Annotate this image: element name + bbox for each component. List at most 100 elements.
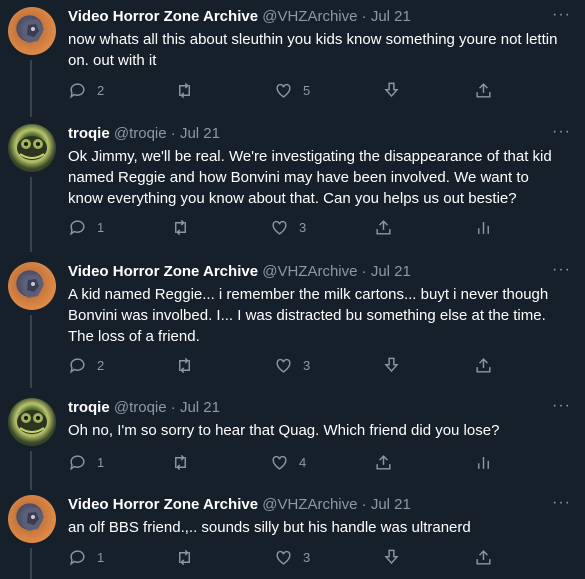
reply-button[interactable]: 1 bbox=[68, 547, 104, 567]
more-icon[interactable]: ··· bbox=[552, 7, 571, 23]
vhz-avatar[interactable] bbox=[8, 7, 56, 55]
author-handle[interactable]: @troqie bbox=[114, 399, 167, 416]
like-button[interactable]: 3 bbox=[274, 355, 310, 375]
download-button[interactable] bbox=[382, 547, 401, 567]
share-icon bbox=[376, 454, 391, 470]
more-icon[interactable]: ··· bbox=[552, 124, 571, 140]
author-name[interactable]: troqie bbox=[68, 399, 110, 416]
share-icon bbox=[376, 219, 391, 235]
thread-line bbox=[30, 177, 32, 252]
author-name[interactable]: Video Horror Zone Archive bbox=[68, 8, 258, 25]
tweet[interactable]: troqie @troqie · Jul 21 ··· Ok Jimmy, we… bbox=[0, 124, 585, 254]
download-icon bbox=[384, 357, 399, 372]
retweet-button[interactable] bbox=[175, 547, 194, 567]
separator-dot: · bbox=[170, 399, 176, 416]
separator-dot: · bbox=[170, 125, 176, 142]
tweet-thread: Video Horror Zone Archive @VHZArchive · … bbox=[0, 0, 585, 579]
download-icon bbox=[384, 549, 399, 564]
share-button[interactable] bbox=[474, 355, 493, 375]
reply-icon bbox=[70, 219, 85, 236]
reply-count: 1 bbox=[97, 549, 105, 565]
retweet-icon bbox=[175, 454, 186, 470]
tweet-actions: 2 3 bbox=[68, 355, 498, 375]
tweet-time[interactable]: Jul 21 bbox=[180, 125, 220, 142]
retweet-icon bbox=[179, 549, 190, 565]
vhz-avatar[interactable] bbox=[8, 262, 56, 310]
tweet-time[interactable]: Jul 21 bbox=[371, 8, 411, 25]
like-icon bbox=[276, 83, 291, 98]
tweet-time[interactable]: Jul 21 bbox=[371, 496, 411, 513]
vhz-avatar[interactable] bbox=[8, 495, 56, 543]
retweet-button[interactable] bbox=[171, 452, 190, 472]
download-button[interactable] bbox=[382, 80, 401, 100]
tweet-actions: 2 5 bbox=[68, 80, 498, 100]
thread-line bbox=[30, 315, 32, 388]
reply-button[interactable]: 2 bbox=[68, 355, 104, 375]
share-button[interactable] bbox=[374, 452, 393, 472]
tweet[interactable]: Video Horror Zone Archive @VHZArchive · … bbox=[0, 262, 585, 388]
analytics-icon bbox=[478, 221, 489, 234]
tweet[interactable]: Video Horror Zone Archive @VHZArchive · … bbox=[0, 7, 585, 119]
like-count: 3 bbox=[303, 549, 311, 565]
more-icon[interactable]: ··· bbox=[552, 398, 571, 414]
tweet-actions: 1 3 bbox=[68, 217, 498, 237]
share-icon bbox=[476, 357, 491, 373]
author-name[interactable]: Video Horror Zone Archive bbox=[68, 496, 258, 513]
tweet-text: A kid named Reggie... i remember the mil… bbox=[68, 286, 549, 345]
like-button[interactable]: 3 bbox=[274, 547, 310, 567]
tweet-actions: 1 4 bbox=[68, 452, 498, 472]
tweet-text: Ok Jimmy, we'll be real. We're investiga… bbox=[68, 148, 552, 207]
like-button[interactable]: 3 bbox=[270, 217, 306, 237]
share-button[interactable] bbox=[374, 217, 393, 237]
share-button[interactable] bbox=[474, 80, 493, 100]
like-button[interactable]: 4 bbox=[270, 452, 306, 472]
reply-count: 1 bbox=[97, 454, 105, 470]
tweet-time[interactable]: Jul 21 bbox=[371, 263, 411, 280]
tweet-text: Oh no, I'm so sorry to hear that Quag. W… bbox=[68, 422, 500, 439]
like-count: 3 bbox=[299, 219, 307, 235]
more-icon[interactable]: ··· bbox=[552, 495, 571, 511]
tweet[interactable]: troqie @troqie · Jul 21 ··· Oh no, I'm s… bbox=[0, 398, 585, 490]
tweet-text: an olf BBS friend.,.. sounds silly but h… bbox=[68, 519, 471, 536]
author-handle[interactable]: @VHZArchive bbox=[262, 263, 357, 280]
thread-line bbox=[30, 548, 32, 579]
analytics-icon bbox=[478, 456, 489, 469]
download-button[interactable] bbox=[382, 355, 401, 375]
reply-button[interactable]: 2 bbox=[68, 80, 104, 100]
analytics-button[interactable] bbox=[474, 217, 493, 237]
tweet-header: Video Horror Zone Archive @VHZArchive · … bbox=[68, 495, 411, 515]
like-count: 4 bbox=[299, 454, 307, 470]
reply-button[interactable]: 1 bbox=[68, 452, 104, 472]
like-count: 3 bbox=[303, 357, 311, 373]
tweet[interactable]: Video Horror Zone Archive @VHZArchive · … bbox=[0, 495, 585, 579]
more-icon[interactable]: ··· bbox=[552, 262, 571, 278]
like-button[interactable]: 5 bbox=[274, 80, 310, 100]
tweet-actions: 1 3 bbox=[68, 547, 498, 567]
tweet-header: troqie @troqie · Jul 21 bbox=[68, 398, 220, 418]
analytics-button[interactable] bbox=[474, 452, 493, 472]
author-handle[interactable]: @troqie bbox=[114, 125, 167, 142]
tweet-header: troqie @troqie · Jul 21 bbox=[68, 124, 220, 144]
thread-line bbox=[30, 60, 32, 117]
reply-icon bbox=[70, 454, 85, 471]
author-name[interactable]: troqie bbox=[68, 125, 110, 142]
reply-button[interactable]: 1 bbox=[68, 217, 104, 237]
thread-line bbox=[30, 451, 32, 490]
reply-icon bbox=[70, 549, 85, 566]
like-icon bbox=[272, 220, 287, 235]
reply-count: 1 bbox=[97, 219, 105, 235]
reply-icon bbox=[70, 82, 85, 99]
share-icon bbox=[476, 549, 491, 565]
share-button[interactable] bbox=[474, 547, 493, 567]
separator-dot: · bbox=[361, 8, 367, 25]
retweet-button[interactable] bbox=[171, 217, 190, 237]
troqie-avatar[interactable] bbox=[8, 398, 56, 446]
retweet-button[interactable] bbox=[175, 355, 194, 375]
retweet-button[interactable] bbox=[175, 80, 194, 100]
troqie-avatar[interactable] bbox=[8, 124, 56, 172]
author-handle[interactable]: @VHZArchive bbox=[262, 8, 357, 25]
author-name[interactable]: Video Horror Zone Archive bbox=[68, 263, 258, 280]
author-handle[interactable]: @VHZArchive bbox=[262, 496, 357, 513]
reply-icon bbox=[70, 357, 85, 374]
tweet-time[interactable]: Jul 21 bbox=[180, 399, 220, 416]
